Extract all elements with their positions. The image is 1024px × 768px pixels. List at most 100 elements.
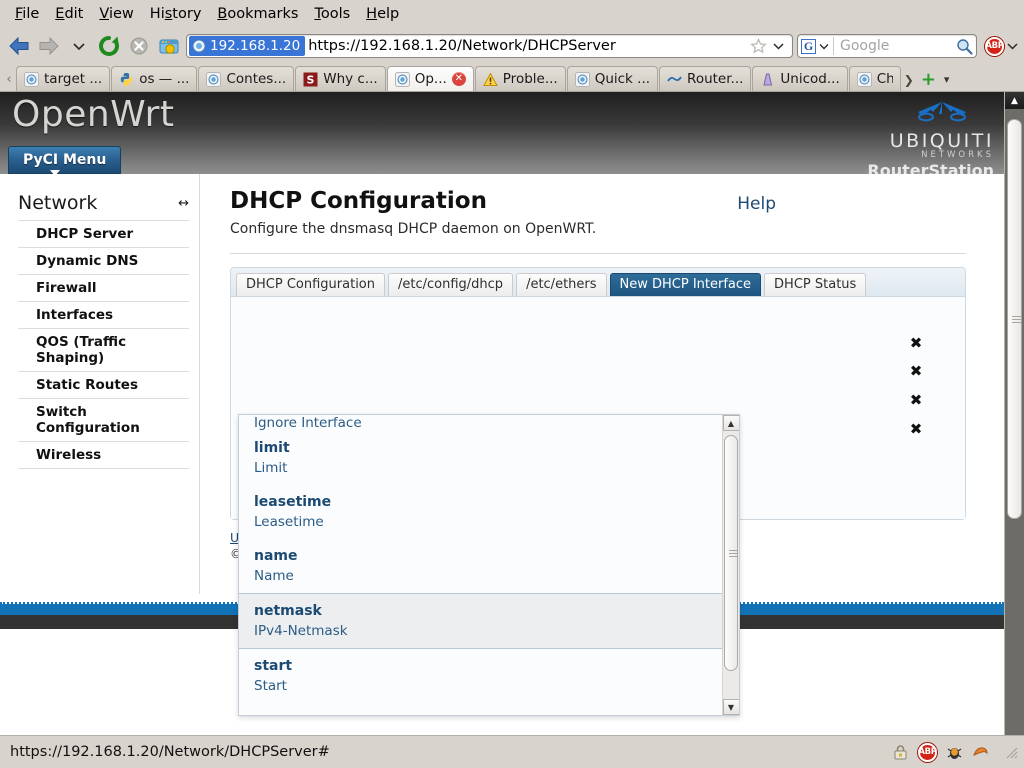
- browser-tab[interactable]: Unicod...: [752, 66, 848, 91]
- autocomplete-option-leasetime[interactable]: leasetime Leasetime: [239, 485, 722, 539]
- back-arrow-icon[interactable]: [6, 33, 32, 59]
- scrollbar-thumb[interactable]: [723, 435, 738, 671]
- search-input[interactable]: Google: [834, 38, 956, 54]
- sidebar-item-firewall[interactable]: Firewall: [18, 274, 189, 301]
- autocomplete-option-start[interactable]: start Start: [239, 649, 722, 703]
- sidebar-item-label: DHCP Server: [36, 226, 134, 242]
- autocomplete-scrollbar[interactable]: ▲ ▼: [722, 415, 739, 715]
- chevron-left-icon[interactable]: ‹: [2, 72, 16, 91]
- forward-arrow-icon[interactable]: [36, 33, 62, 59]
- firefox-icon[interactable]: [972, 744, 989, 761]
- remove-x-icon[interactable]: ✖: [909, 422, 923, 437]
- firebug-icon[interactable]: [946, 744, 963, 761]
- autocomplete-dropdown[interactable]: Ignore Interface limit Limit leasetime L…: [238, 414, 740, 716]
- help-link[interactable]: Help: [737, 194, 776, 214]
- url-text[interactable]: https://192.168.1.20/Network/DHCPServer: [305, 38, 746, 54]
- site-identity-badge[interactable]: 192.168.1.20: [189, 36, 306, 56]
- menu-file[interactable]: File: [8, 4, 46, 24]
- url-bar[interactable]: 192.168.1.20 https://192.168.1.20/Networ…: [186, 34, 793, 58]
- bookmark-star-icon[interactable]: [746, 38, 771, 54]
- browser-tab[interactable]: Proble...: [474, 66, 566, 91]
- reload-icon[interactable]: [96, 33, 122, 59]
- adblock-plus-button[interactable]: ABP: [981, 36, 1018, 56]
- pycl-menu-label: PyCI Menu: [23, 152, 107, 168]
- scrollbar-grip: [1012, 316, 1021, 323]
- pycl-menu-button[interactable]: PyCI Menu: [8, 146, 122, 174]
- tab-etc-ethers[interactable]: /etc/ethers: [516, 273, 607, 296]
- home-icon[interactable]: [156, 33, 182, 59]
- tab-label: Quick ...: [594, 71, 651, 87]
- menu-history[interactable]: History: [143, 4, 209, 24]
- adblock-plus-icon: ABP: [985, 36, 1004, 56]
- autocomplete-partial-item: Ignore Interface: [239, 415, 722, 431]
- browser-tab[interactable]: Quick ...: [566, 66, 659, 91]
- scrollbar-thumb[interactable]: [1007, 119, 1022, 519]
- option-key: netmask: [254, 603, 322, 619]
- menu-tools[interactable]: Tools: [307, 4, 357, 24]
- browser-tab[interactable]: Ch: [848, 66, 901, 91]
- globe-icon: [394, 71, 410, 87]
- tab-label: Unicod...: [780, 71, 840, 87]
- unicode-icon: [763, 73, 773, 85]
- sidebar-item-static-routes[interactable]: Static Routes: [18, 371, 189, 398]
- autocomplete-option-limit[interactable]: limit Limit: [239, 431, 722, 485]
- browser-tab[interactable]: S Why c...: [295, 66, 386, 91]
- sidebar-item-label: Switch Configuration: [36, 404, 140, 436]
- tab-label: Op...: [414, 71, 447, 87]
- scroll-up-icon[interactable]: ▲: [1005, 92, 1024, 109]
- tab-dhcp-status[interactable]: DHCP Status: [764, 273, 867, 296]
- history-dropdown-icon[interactable]: [66, 33, 92, 59]
- search-icon[interactable]: [956, 38, 973, 55]
- menu-edit[interactable]: Edit: [48, 4, 90, 24]
- menu-view[interactable]: View: [92, 4, 140, 24]
- lock-icon[interactable]: [892, 744, 909, 761]
- autocomplete-option-name[interactable]: name Name: [239, 539, 722, 593]
- close-icon[interactable]: ✕: [451, 72, 466, 86]
- chevron-right-icon[interactable]: ❯: [902, 73, 917, 91]
- resize-grip-icon[interactable]: [1004, 745, 1018, 759]
- globe-icon: [24, 71, 39, 87]
- menu-help[interactable]: Help: [359, 4, 406, 24]
- browser-tab[interactable]: target ...: [16, 66, 111, 91]
- page-scrollbar[interactable]: ▲: [1004, 92, 1024, 735]
- list-all-tabs-icon[interactable]: ▾: [940, 73, 956, 91]
- new-tab-button[interactable]: +: [917, 71, 940, 91]
- google-icon: G: [801, 38, 816, 54]
- status-bar: https://192.168.1.20/Network/DHCPServer#…: [0, 735, 1024, 768]
- browser-tab[interactable]: os — ...: [111, 66, 198, 91]
- site-logo: OpenWrt: [12, 94, 175, 135]
- remove-x-icon[interactable]: ✖: [909, 393, 923, 408]
- stop-icon[interactable]: [126, 33, 152, 59]
- sidebar-item-switch-configuration[interactable]: Switch Configuration: [18, 398, 189, 441]
- autocomplete-partial-label: Ignore Interface: [254, 415, 362, 431]
- sidebar-item-wireless[interactable]: Wireless: [18, 441, 189, 469]
- collapse-arrows-icon[interactable]: ↔: [178, 196, 189, 211]
- sidebar-item-label: Dynamic DNS: [36, 253, 139, 269]
- scrollbar-track[interactable]: [1005, 109, 1024, 735]
- browser-tab[interactable]: Contes...: [198, 66, 295, 91]
- tab-dhcp-configuration[interactable]: DHCP Configuration: [236, 273, 385, 296]
- sidebar-item-dynamic-dns[interactable]: Dynamic DNS: [18, 247, 189, 274]
- search-engine-selector[interactable]: G: [801, 37, 834, 55]
- adblock-plus-icon[interactable]: ABP: [918, 742, 937, 762]
- tab-label: target ...: [44, 71, 103, 87]
- tab-etc-config-dhcp[interactable]: /etc/config/dhcp: [388, 273, 514, 296]
- status-icons: ABP: [892, 742, 1018, 762]
- tab-label: Ch: [876, 71, 893, 87]
- tab-new-dhcp-interface[interactable]: New DHCP Interface: [609, 273, 762, 296]
- remove-x-icon[interactable]: ✖: [909, 336, 923, 351]
- sidebar-item-interfaces[interactable]: Interfaces: [18, 301, 189, 328]
- scroll-up-icon[interactable]: ▲: [722, 415, 739, 431]
- search-bar[interactable]: G Google: [797, 34, 977, 58]
- menu-bookmarks[interactable]: Bookmarks: [210, 4, 305, 24]
- stackoverflow-icon: S: [303, 72, 318, 86]
- autocomplete-option-netmask[interactable]: netmask IPv4-Netmask: [239, 593, 722, 649]
- sidebar-item-qos[interactable]: QOS (Traffic Shaping): [18, 328, 189, 371]
- browser-tab-active[interactable]: Op... ✕: [386, 66, 474, 91]
- browser-tab[interactable]: Router...: [659, 66, 752, 91]
- scrollbar-track[interactable]: [722, 431, 739, 699]
- remove-x-icon[interactable]: ✖: [909, 364, 923, 379]
- scroll-down-icon[interactable]: ▼: [722, 699, 739, 715]
- url-history-dropdown-icon[interactable]: [771, 42, 790, 50]
- sidebar-item-dhcp-server[interactable]: DHCP Server: [18, 220, 189, 247]
